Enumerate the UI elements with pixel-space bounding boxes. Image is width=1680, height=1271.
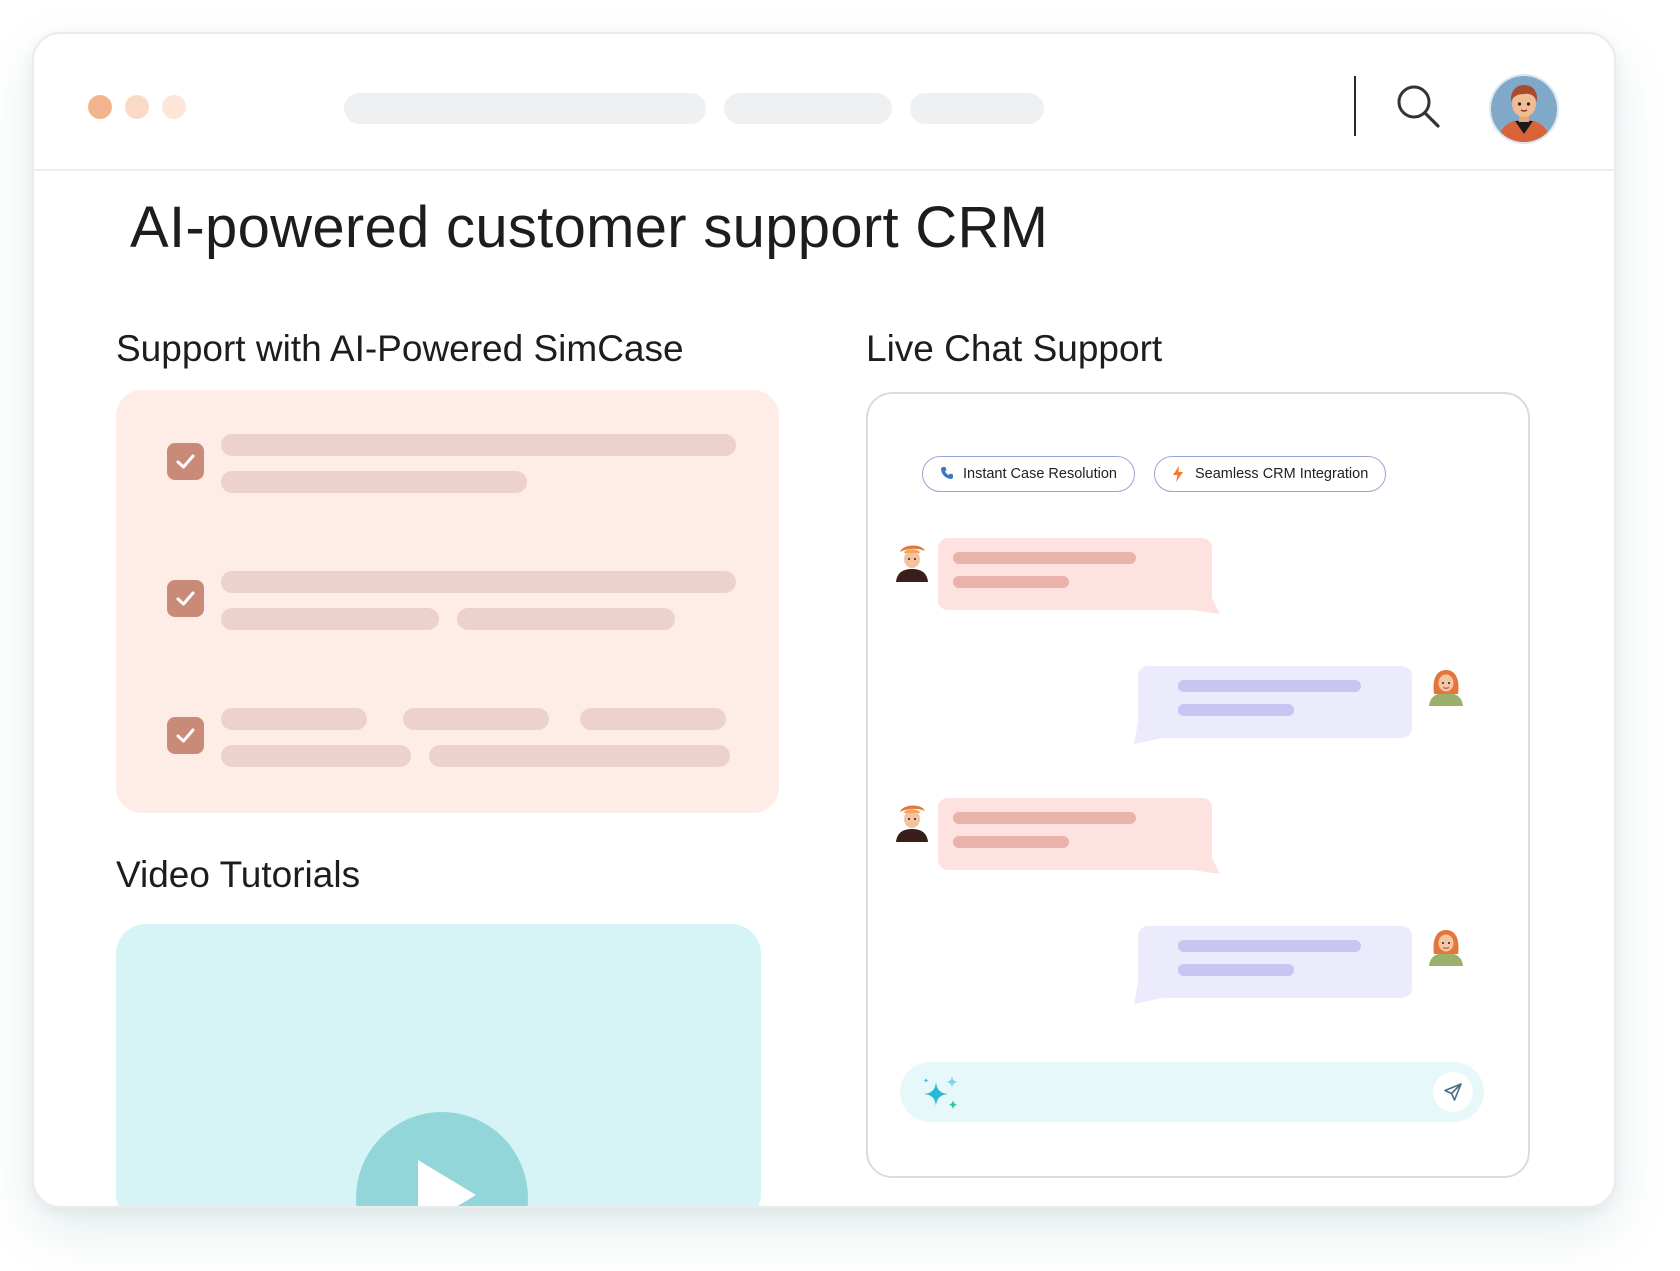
send-button[interactable]	[1433, 1072, 1473, 1112]
simcase-item-line	[403, 708, 549, 730]
avatar[interactable]	[1489, 74, 1559, 144]
simcase-item-line	[221, 745, 411, 767]
agent-avatar	[1429, 670, 1463, 706]
minimize-dot[interactable]	[125, 95, 149, 119]
chip-label: Instant Case Resolution	[963, 466, 1117, 482]
browser-window: AI-powered customer support CRM Support …	[32, 32, 1616, 1208]
chat-message-incoming	[938, 798, 1220, 874]
maximize-dot[interactable]	[162, 95, 186, 119]
play-icon	[418, 1160, 476, 1206]
checkbox-checked-icon[interactable]	[167, 443, 204, 480]
phone-icon	[941, 467, 953, 479]
message-line	[953, 836, 1069, 848]
chip-instant-case-resolution[interactable]: Instant Case Resolution	[922, 456, 1135, 492]
message-line	[1178, 940, 1361, 952]
video-heading: Video Tutorials	[116, 854, 361, 895]
message-line	[1178, 964, 1294, 976]
search-icon[interactable]	[1394, 82, 1442, 130]
checkbox-checked-icon[interactable]	[167, 580, 204, 617]
chip-label: Seamless CRM Integration	[1195, 466, 1369, 482]
chat-message-input[interactable]	[900, 1062, 1484, 1122]
simcase-item-line	[429, 745, 730, 767]
simcase-heading: Support with AI-Powered SimCase	[116, 328, 684, 369]
close-dot[interactable]	[88, 95, 112, 119]
chat-message-outgoing	[1134, 926, 1412, 1004]
message-line	[953, 552, 1136, 564]
nav-placeholder-2[interactable]	[724, 93, 892, 124]
chat-panel: Instant Case Resolution Seamless CRM Int…	[866, 392, 1530, 1178]
message-line	[1178, 680, 1361, 692]
simcase-item-line	[580, 708, 726, 730]
play-button[interactable]	[356, 1112, 528, 1206]
send-icon	[1444, 1083, 1462, 1101]
simcase-item-line	[221, 708, 367, 730]
nav-placeholder-3[interactable]	[910, 93, 1044, 124]
page-title: AI-powered customer support CRM	[130, 195, 1049, 260]
message-line	[953, 812, 1136, 824]
checkbox-checked-icon[interactable]	[167, 717, 204, 754]
simcase-item-line	[457, 608, 675, 630]
message-line	[953, 576, 1069, 588]
chip-seamless-crm-integration[interactable]: Seamless CRM Integration	[1154, 456, 1387, 492]
ai-sparkle-icon	[923, 1076, 958, 1110]
agent-avatar	[1429, 930, 1463, 966]
customer-avatar	[896, 805, 928, 842]
chat-message-incoming	[938, 538, 1220, 614]
chat-message-outgoing	[1134, 666, 1412, 744]
message-line	[1178, 704, 1294, 716]
simcase-item-line	[221, 434, 736, 456]
simcase-item-line	[221, 471, 527, 493]
toolbar-divider	[1354, 76, 1356, 136]
lightning-icon	[1173, 466, 1183, 482]
video-player[interactable]	[116, 924, 761, 1206]
browser-topbar	[34, 34, 1614, 171]
nav-placeholder-1[interactable]	[344, 93, 706, 124]
live-chat-heading: Live Chat Support	[866, 328, 1163, 369]
customer-avatar	[896, 545, 928, 582]
simcase-item-line	[221, 608, 439, 630]
simcase-item-line	[221, 571, 736, 593]
simcase-card	[116, 390, 779, 813]
